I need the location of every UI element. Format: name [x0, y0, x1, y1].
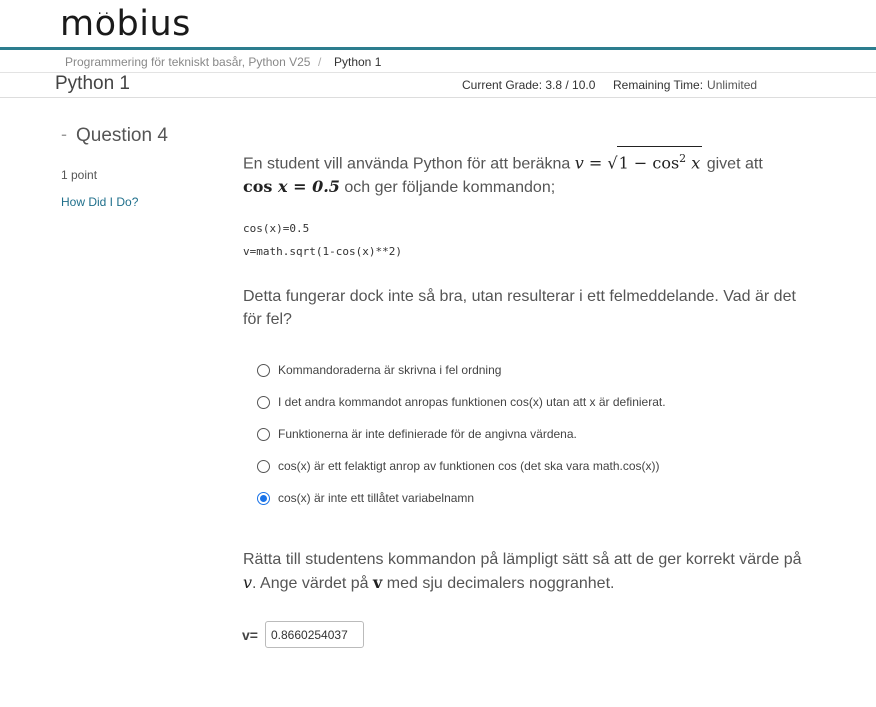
question-points: 1 point — [61, 168, 98, 182]
code-line-1: cos(x)=0.5 — [243, 222, 310, 235]
radio-button-selected[interactable] — [257, 492, 270, 505]
answer-input[interactable] — [265, 621, 364, 648]
question-title: Question 4 — [76, 125, 168, 146]
assignment-title: Python 1 — [55, 73, 130, 94]
code-line-2: v=math.sqrt(1-cos(x)**2) — [243, 245, 402, 258]
question-intro: En student vill använda Python för att b… — [243, 146, 803, 199]
mobius-logo: m.. obius — [60, 3, 191, 44]
breadcrumb-course[interactable]: Programmering för tekniskt basår, Python… — [65, 55, 310, 69]
radio-button[interactable] — [257, 364, 270, 377]
collapse-dash-icon[interactable]: - — [61, 124, 67, 145]
how-did-i-do-link[interactable]: How Did I Do? — [61, 195, 138, 209]
breadcrumb-separator: / — [318, 55, 322, 69]
radio-button[interactable] — [257, 428, 270, 441]
breadcrumb: Programmering för tekniskt basår, Python… — [0, 50, 876, 73]
current-grade: Current Grade: 3.8 / 10.0 — [462, 78, 596, 92]
assignment-header: Python 1 Current Grade: 3.8 / 10.0 Remai… — [0, 73, 876, 98]
breadcrumb-current: Python 1 — [334, 55, 382, 69]
answer-label: v= — [242, 627, 258, 643]
remaining-time: Remaining Time: Unlimited — [613, 78, 758, 92]
radio-button[interactable] — [257, 396, 270, 409]
radio-button[interactable] — [257, 460, 270, 473]
question-problem-text: Detta fungerar dock inte så bra, utan re… — [243, 288, 796, 328]
question-fix-text: Rätta till studentens kommandon på lämpl… — [243, 551, 802, 592]
